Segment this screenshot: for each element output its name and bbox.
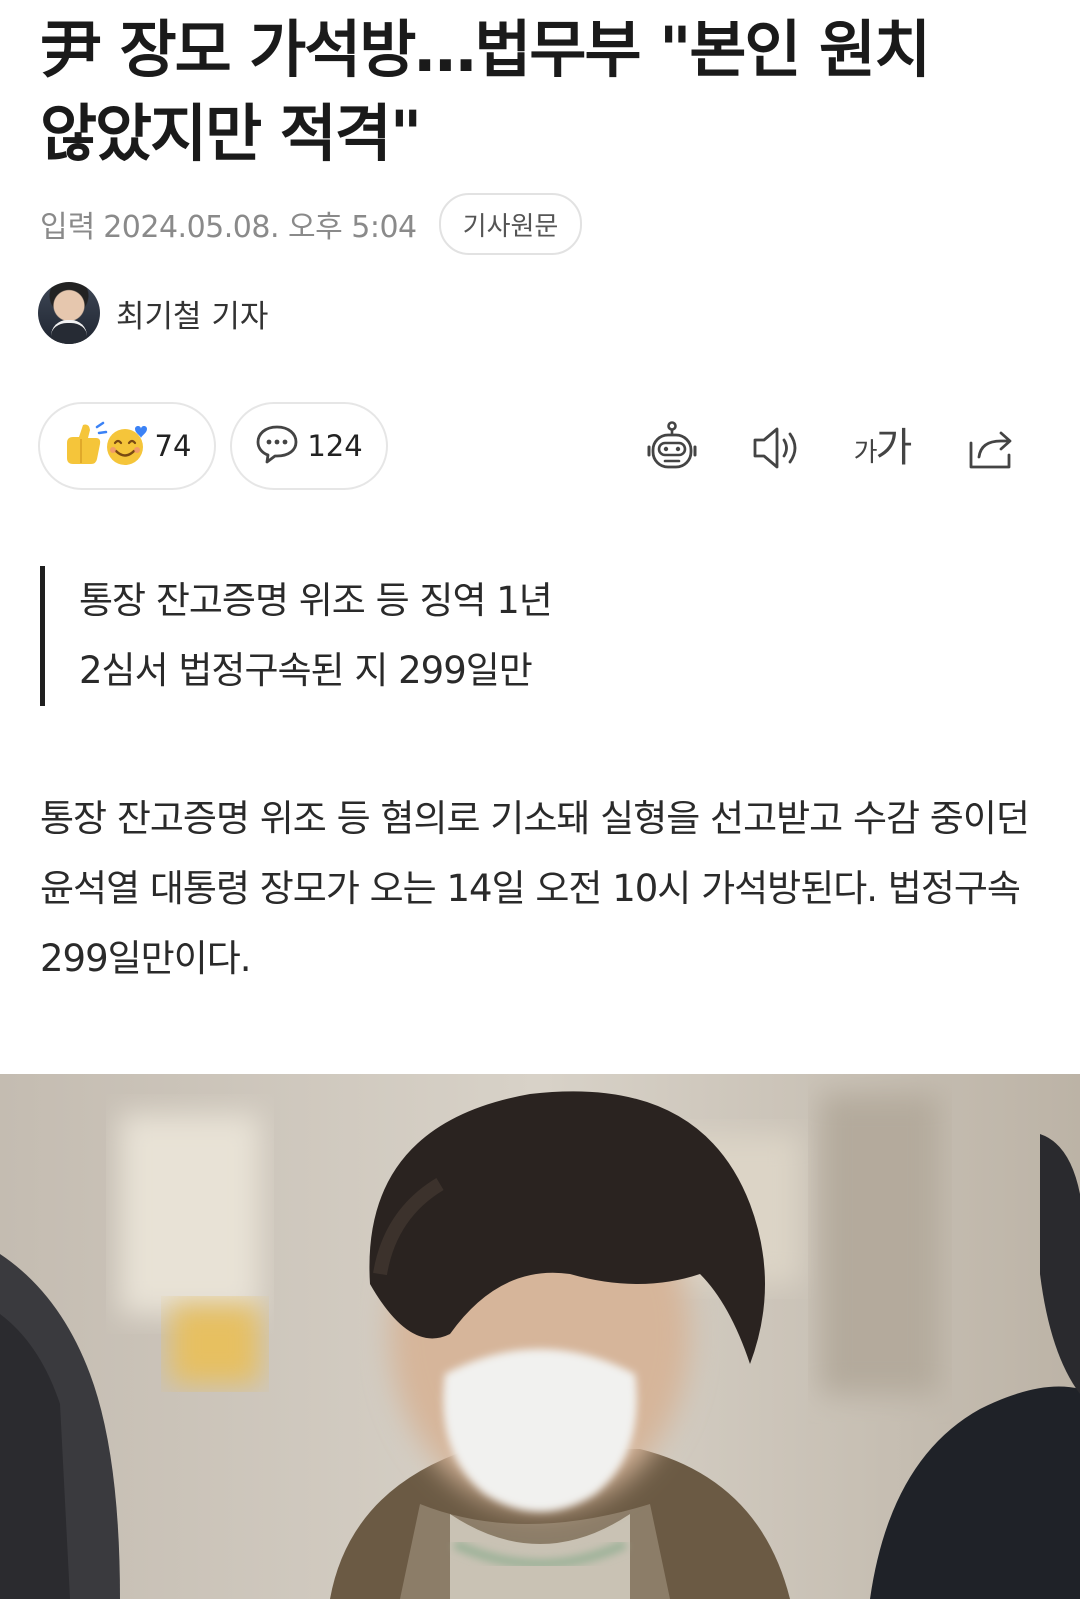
font-size-button[interactable]: 가가 [850, 416, 914, 480]
summary-bot-button[interactable] [640, 416, 704, 480]
publish-date: 2024.05.08. 오후 5:04 [103, 210, 417, 245]
font-size-icon: 가가 [853, 425, 913, 471]
reporter-byline[interactable]: 최기철 기자 [38, 282, 268, 344]
share-button[interactable] [958, 416, 1022, 480]
listen-button[interactable] [744, 416, 808, 480]
reaction-count: 74 [154, 429, 192, 463]
share-icon [963, 423, 1017, 473]
robot-icon [643, 419, 701, 477]
comment-button[interactable]: 124 [230, 402, 388, 490]
reporter-avatar[interactable] [38, 282, 100, 344]
comment-bubble-icon [255, 423, 299, 469]
article-photo[interactable] [0, 1074, 1080, 1599]
article-headline: 尹 장모 가석방…법무부 "본인 원치 않았지만 적격" [40, 13, 931, 170]
reporter-name[interactable]: 최기철 기자 [116, 291, 268, 336]
article-dateline: 입력 2024.05.08. 오후 5:04 기사원문 [40, 193, 583, 255]
summary-line: 2심서 법정구속된 지 299일만 [79, 649, 533, 692]
reaction-button[interactable]: 74 [38, 402, 216, 490]
reaction-emoji-icon [63, 419, 147, 473]
article-summary: 통장 잔고증명 위조 등 징역 1년 2심서 법정구속된 지 299일만 [40, 566, 940, 706]
speaker-icon [749, 423, 803, 473]
original-article-button[interactable]: 기사원문 [438, 193, 583, 255]
date-label: 입력 [40, 210, 96, 245]
summary-line: 통장 잔고증명 위조 등 징역 1년 [79, 579, 553, 622]
article-action-bar: 74 124 가가 [38, 402, 1042, 494]
article-body-paragraph: 통장 잔고증명 위조 등 혐의로 기소돼 실형을 선고받고 수감 중이던 윤석열… [40, 797, 1030, 980]
comment-count: 124 [307, 429, 363, 463]
